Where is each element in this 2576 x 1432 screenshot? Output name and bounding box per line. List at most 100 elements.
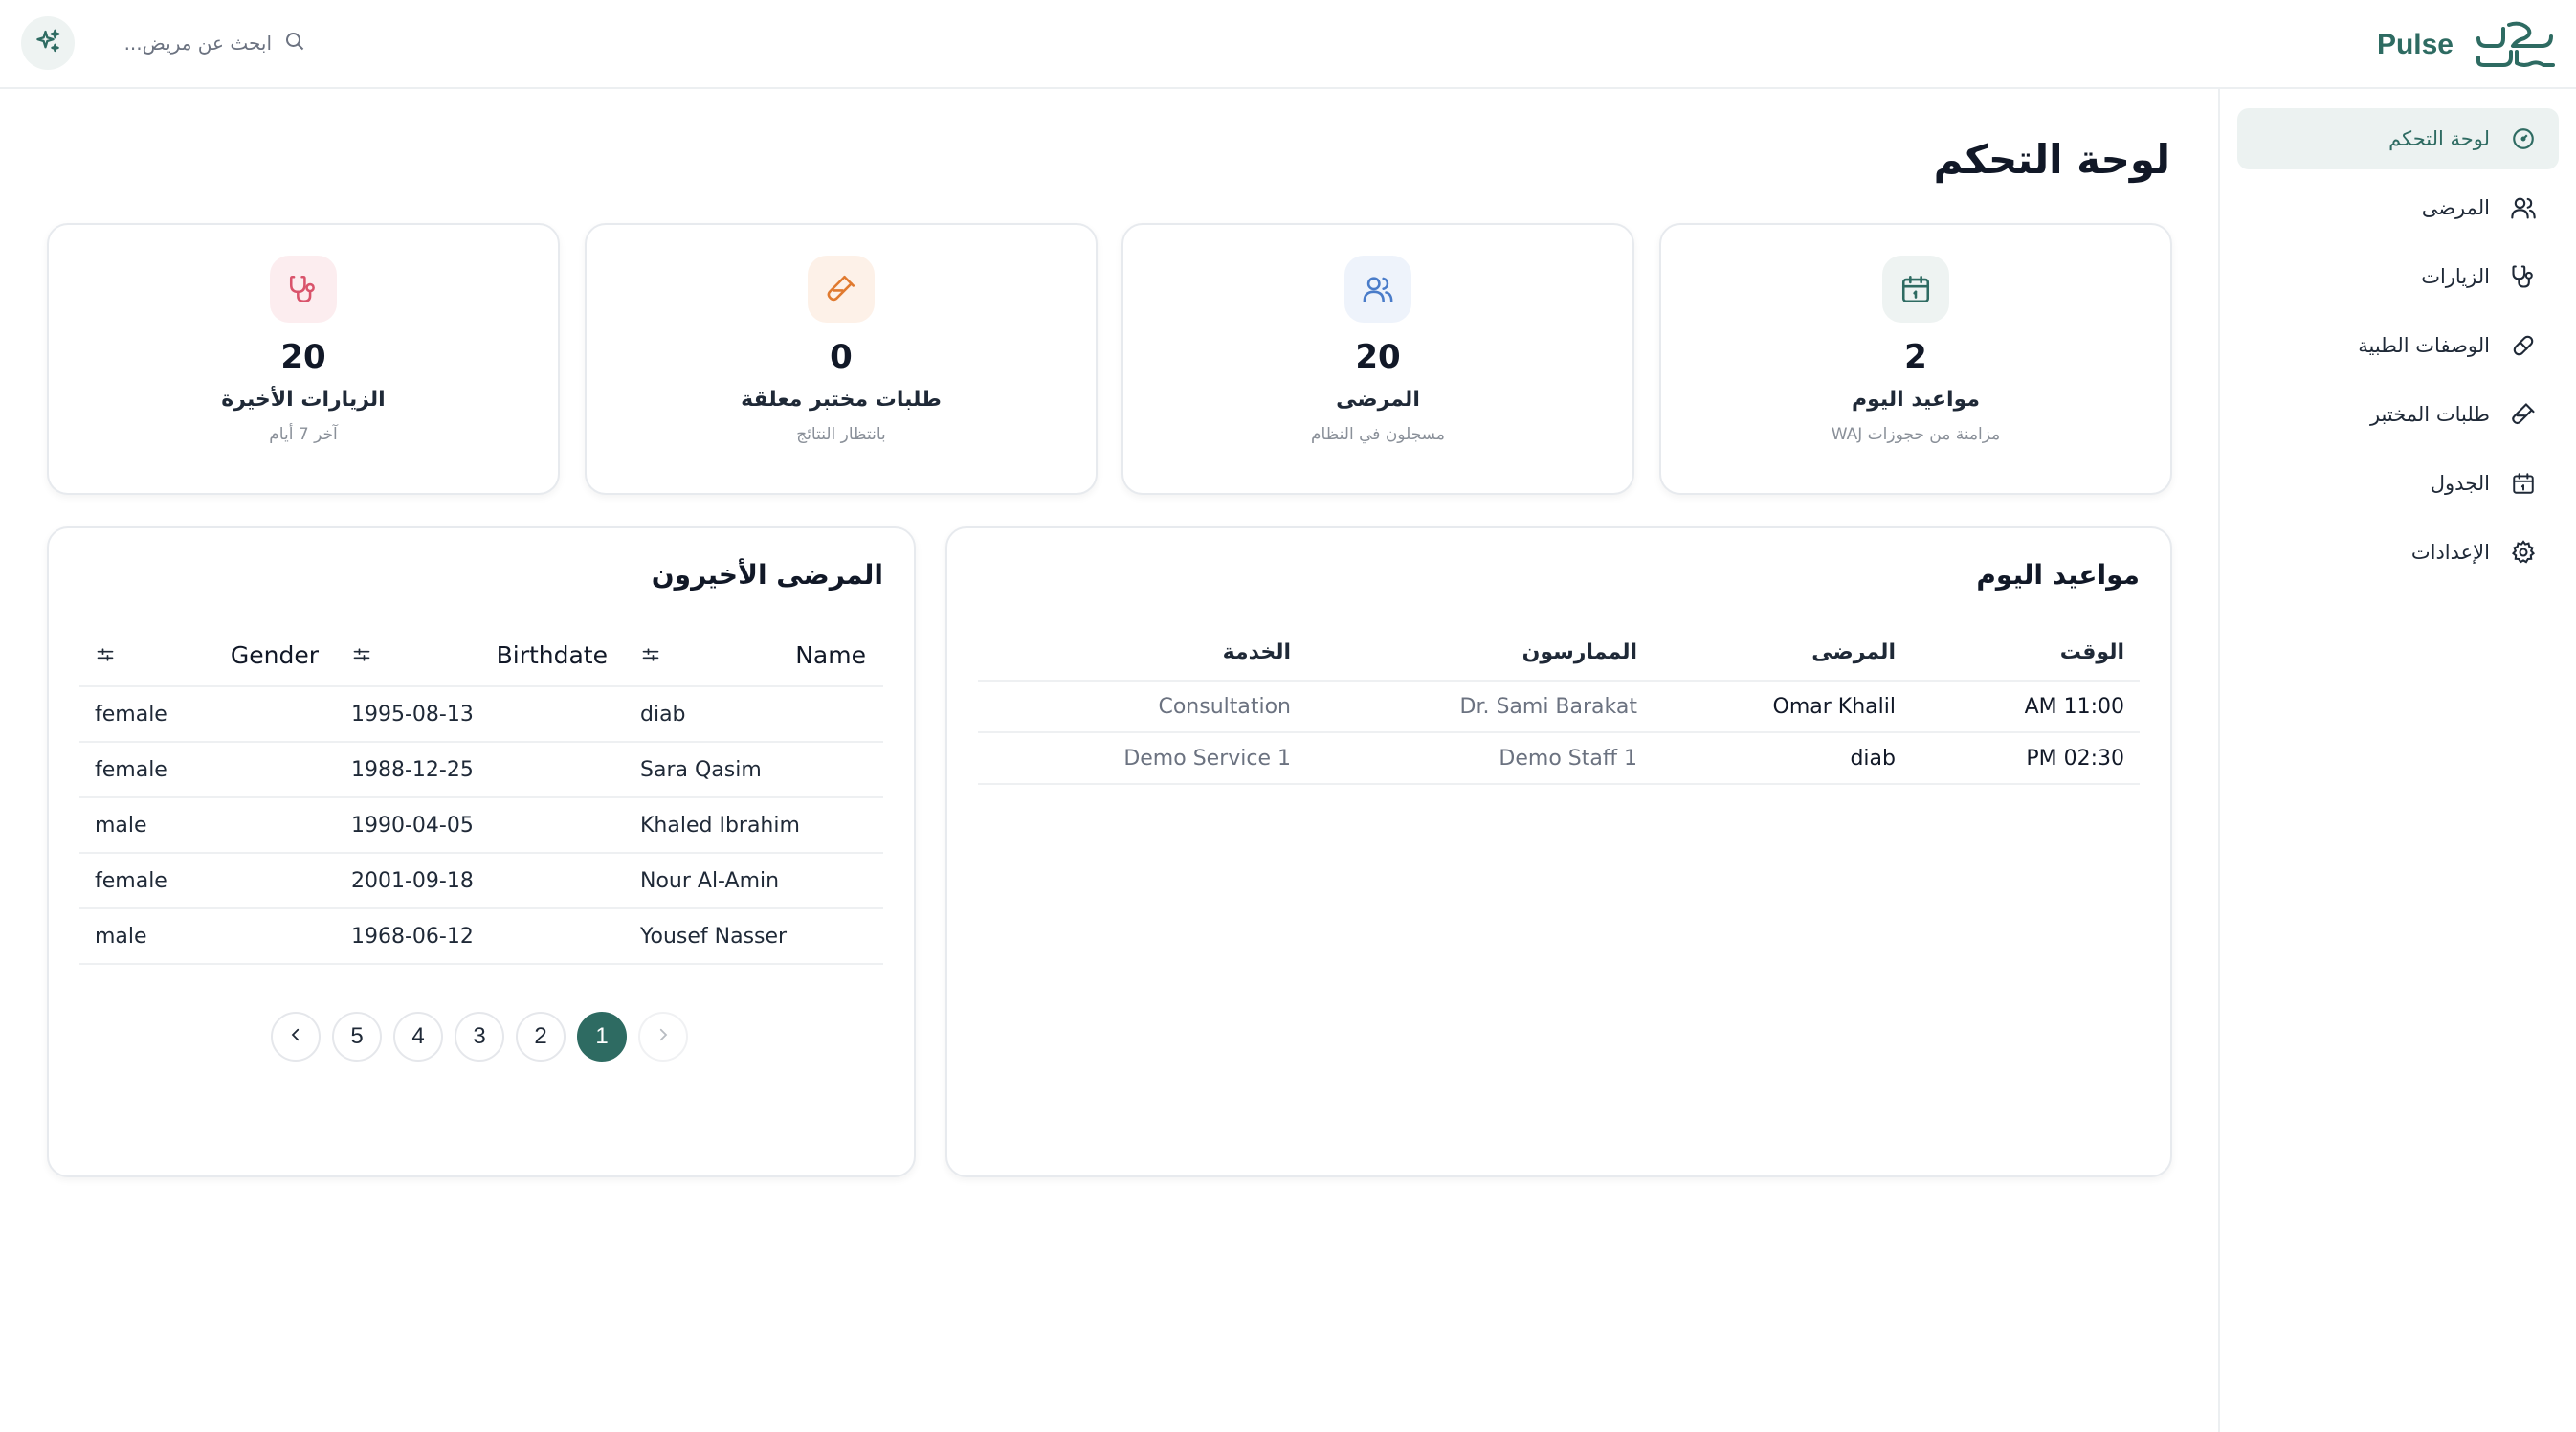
filter-sliders-icon[interactable] bbox=[95, 644, 116, 665]
patient-birthdate: 1995-08-13 bbox=[351, 702, 474, 727]
sidebar-item-patients[interactable]: المرضى bbox=[2237, 177, 2559, 238]
appointment-practitioner: Dr. Sami Barakat bbox=[1459, 694, 1638, 719]
column-header-time[interactable]: الوقت bbox=[1896, 640, 2140, 664]
pagination: 5 4 3 2 1 bbox=[271, 1012, 688, 1062]
column-header-birthdate[interactable]: Birthdate bbox=[497, 641, 608, 669]
patient-gender: male bbox=[95, 924, 147, 949]
patient-name: Khaled Ibrahim bbox=[640, 813, 800, 838]
patient-gender: female bbox=[95, 868, 167, 893]
pagination-prev-button[interactable] bbox=[271, 1012, 321, 1062]
patient-gender: female bbox=[95, 702, 167, 727]
column-header-practitioners[interactable]: الممارسون bbox=[1291, 640, 1637, 664]
sidebar-item-label: الإعدادات bbox=[2410, 541, 2490, 564]
table-row[interactable]: 02:30 PM diab Demo Staff 1 Demo Service … bbox=[978, 733, 2140, 785]
table-header-row: الوقت المرضى الممارسون الخدمة bbox=[978, 624, 2140, 682]
sidebar-item-label: الجدول bbox=[2430, 472, 2490, 495]
stat-subtitle: مسجلون في النظام bbox=[1311, 425, 1445, 444]
stat-label: مواعيد اليوم bbox=[1851, 388, 1981, 412]
users-icon bbox=[2509, 193, 2538, 222]
table-row[interactable]: male 1968-06-12 Yousef Nasser bbox=[79, 909, 883, 965]
column-header-gender[interactable]: Gender bbox=[231, 641, 319, 669]
patient-name: Sara Qasim bbox=[640, 757, 762, 782]
table-row[interactable]: male 1990-04-05 Khaled Ibrahim bbox=[79, 798, 883, 854]
stethoscope-icon bbox=[2509, 262, 2538, 291]
sidebar-item-settings[interactable]: الإعدادات bbox=[2237, 522, 2559, 583]
patient-name: Nour Al-Amin bbox=[640, 868, 780, 893]
stat-subtitle: آخر 7 أيام bbox=[269, 425, 338, 444]
stat-card-patients[interactable]: 20 المرضى مسجلون في النظام bbox=[1121, 223, 1634, 495]
sidebar-item-label: الوصفات الطبية bbox=[2358, 334, 2490, 357]
patient-search bbox=[96, 21, 306, 65]
column-header-patients[interactable]: المرضى bbox=[1637, 640, 1896, 664]
column-header-service[interactable]: الخدمة bbox=[978, 640, 1291, 664]
sidebar-item-label: طلبات المختبر bbox=[2369, 403, 2490, 426]
appointments-table: الوقت المرضى الممارسون الخدمة 11:00 AM O… bbox=[978, 624, 2140, 785]
patient-name: diab bbox=[640, 702, 686, 727]
table-header-row: Gender Birthdate Name bbox=[79, 624, 883, 687]
patient-birthdate: 1990-04-05 bbox=[351, 813, 474, 838]
search-icon bbox=[283, 30, 306, 56]
chevron-right-icon bbox=[655, 1023, 672, 1050]
page-title: لوحة التحكم bbox=[1933, 136, 2170, 183]
patient-name: Yousef Nasser bbox=[640, 924, 788, 949]
stat-subtitle: مزامنة من حجوزات WAJ bbox=[1831, 425, 2001, 444]
stat-card-pending-lab-requests[interactable]: 0 طلبات مختبر معلقة بانتظار النتائج bbox=[585, 223, 1098, 495]
stat-value: 0 bbox=[830, 338, 853, 376]
patient-gender: male bbox=[95, 813, 147, 838]
test-tube-icon bbox=[2509, 400, 2538, 429]
stat-card-recent-visits[interactable]: 20 الزيارات الأخيرة آخر 7 أيام bbox=[47, 223, 560, 495]
stat-label: المرضى bbox=[1336, 388, 1420, 412]
ai-assistant-button[interactable] bbox=[21, 16, 75, 70]
brand[interactable]: Pulse bbox=[2377, 19, 2557, 71]
patient-birthdate: 1968-06-12 bbox=[351, 924, 474, 949]
patient-gender: female bbox=[95, 757, 167, 782]
sidebar-item-prescriptions[interactable]: الوصفات الطبية bbox=[2237, 315, 2559, 376]
sidebar-item-schedule[interactable]: الجدول bbox=[2237, 453, 2559, 514]
table-row[interactable]: female 1988-12-25 Sara Qasim bbox=[79, 743, 883, 798]
calendar-icon bbox=[2509, 469, 2538, 498]
brand-name: Pulse bbox=[2376, 29, 2454, 60]
appointment-patient: diab bbox=[1850, 746, 1896, 771]
pagination-page-5[interactable]: 5 bbox=[332, 1012, 382, 1062]
table-row[interactable]: female 1995-08-13 diab bbox=[79, 687, 883, 743]
sidebar: لوحة التحكم المرضى الزيارات الوصفات الطب… bbox=[2218, 89, 2576, 1432]
sidebar-item-label: لوحة التحكم bbox=[2388, 127, 2490, 150]
table-row[interactable]: 11:00 AM Omar Khalil Dr. Sami Barakat Co… bbox=[978, 682, 2140, 733]
sidebar-item-dashboard[interactable]: لوحة التحكم bbox=[2237, 108, 2559, 169]
test-tube-icon bbox=[808, 256, 875, 323]
search-input[interactable] bbox=[109, 32, 272, 55]
pill-icon bbox=[2509, 331, 2538, 360]
filter-sliders-icon[interactable] bbox=[351, 644, 372, 665]
filter-sliders-icon[interactable] bbox=[640, 644, 661, 665]
pagination-page-3[interactable]: 3 bbox=[455, 1012, 504, 1062]
stat-value: 20 bbox=[1355, 338, 1401, 376]
top-bar: Pulse bbox=[0, 0, 2576, 89]
patients-table: Gender Birthdate Name female 1995-08-13 … bbox=[79, 624, 883, 965]
pagination-page-1[interactable]: 1 bbox=[577, 1012, 627, 1062]
table-row[interactable]: female 2001-09-18 Nour Al-Amin bbox=[79, 854, 883, 909]
sparkles-icon bbox=[33, 27, 62, 59]
appointment-service: Consultation bbox=[1158, 694, 1291, 719]
pagination-page-4[interactable]: 4 bbox=[393, 1012, 443, 1062]
pagination-next-button[interactable] bbox=[638, 1012, 688, 1062]
stat-label: الزيارات الأخيرة bbox=[221, 388, 386, 412]
stat-subtitle: بانتظار النتائج bbox=[796, 425, 886, 444]
column-header-name[interactable]: Name bbox=[795, 641, 866, 669]
pagination-page-2[interactable]: 2 bbox=[516, 1012, 566, 1062]
gear-icon bbox=[2509, 538, 2538, 567]
patient-birthdate: 1988-12-25 bbox=[351, 757, 474, 782]
appointment-service: Demo Service 1 bbox=[1123, 746, 1291, 771]
brand-logo bbox=[2475, 19, 2557, 71]
sidebar-item-lab-requests[interactable]: طلبات المختبر bbox=[2237, 384, 2559, 445]
stethoscope-icon bbox=[270, 256, 337, 323]
dashboard-gauge-icon bbox=[2509, 124, 2538, 153]
panel-title: المرضى الأخيرون bbox=[651, 559, 883, 591]
calendar-icon bbox=[1882, 256, 1949, 323]
chevron-left-icon bbox=[287, 1023, 304, 1050]
stat-value: 2 bbox=[1904, 338, 1927, 376]
users-icon bbox=[1344, 256, 1411, 323]
sidebar-item-label: المرضى bbox=[2421, 196, 2490, 219]
sidebar-item-visits[interactable]: الزيارات bbox=[2237, 246, 2559, 307]
patient-birthdate: 2001-09-18 bbox=[351, 868, 474, 893]
stat-card-today-appointments[interactable]: 2 مواعيد اليوم مزامنة من حجوزات WAJ bbox=[1659, 223, 2172, 495]
